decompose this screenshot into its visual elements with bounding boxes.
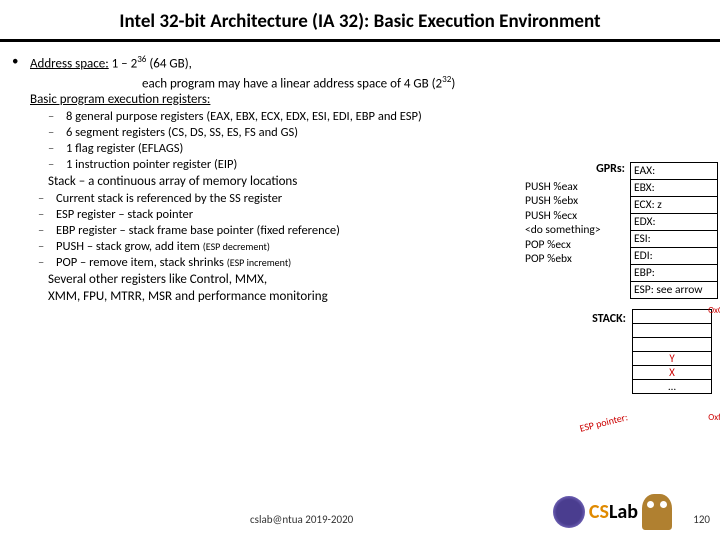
addr-top: OxO. xyxy=(708,305,720,316)
gpr-row: EAX: xyxy=(631,163,717,180)
footer-logos: CSLab xyxy=(553,494,672,530)
pop-text: POP – remove item, stack shrinks (ESP in… xyxy=(56,255,291,270)
pop-b: (ESP increment) xyxy=(227,256,291,269)
footer: cslab@ntua 2019-2020 CSLab 120 xyxy=(0,486,720,534)
cslab-c: CS xyxy=(589,500,609,524)
stack-row xyxy=(632,323,712,338)
push-text: PUSH – stack grow, add item (ESP decreme… xyxy=(56,239,270,254)
gpr-row: ESP: see arrow xyxy=(631,282,717,298)
gpr-row: EDX: xyxy=(631,214,717,231)
esp-pointer-label: ESP pointer: xyxy=(578,410,629,435)
list-item: –8 general purpose registers (EAX, EBX, … xyxy=(48,109,712,124)
item-text: 6 segment registers (CS, DS, SS, ES, FS … xyxy=(66,125,298,140)
push-b: (ESP decrement) xyxy=(203,240,270,253)
addr-label: Address space: xyxy=(30,56,109,71)
code-line: PUSH %eax xyxy=(525,180,625,194)
gprs-table: EAX: EBX: ECX: z EDX: ESI: EDI: EBP: ESP… xyxy=(630,162,718,299)
item-text: Current stack is referenced by the SS re… xyxy=(56,191,282,206)
item-text: 1 instruction pointer register (EIP) xyxy=(66,157,237,172)
addr-bottom: Oxfff xyxy=(708,412,720,423)
push-a: PUSH – stack grow, add item xyxy=(56,239,203,254)
stack-table: Y X … xyxy=(632,310,712,394)
item-text: 1 flag register (EFLAGS) xyxy=(66,141,183,156)
pop-a: POP – remove item, stack shrinks xyxy=(56,255,227,270)
slide: Intel 32-bit Architecture (IA 32): Basic… xyxy=(0,0,720,540)
owl-logo-icon xyxy=(642,494,672,530)
code-line: <do something> xyxy=(525,223,625,237)
gpr-row: ESI: xyxy=(631,231,717,248)
gprs-label: GPRs: xyxy=(596,162,625,176)
addr-range: 1 – 2 xyxy=(109,56,137,71)
cslab-s: Lab xyxy=(609,500,638,524)
footer-email: cslab@ntua 2019-2020 xyxy=(250,513,353,526)
other-regs-1: Several other registers like Control, MM… xyxy=(48,272,712,287)
addr-exp2: 32 xyxy=(442,74,451,85)
gpr-row: EBP: xyxy=(631,265,717,282)
code-line: PUSH %ecx xyxy=(525,209,625,223)
stack-row: X xyxy=(632,365,712,380)
list-item: –1 flag register (EFLAGS) xyxy=(48,141,712,156)
addr-gb: (64 GB), xyxy=(146,56,191,71)
code-sample: PUSH %eax PUSH %ebx PUSH %ecx <do someth… xyxy=(525,180,625,266)
gpr-row: EDI: xyxy=(631,248,717,265)
addr-line2: each program may have a linear address s… xyxy=(142,74,712,91)
stack-row: … xyxy=(632,379,712,394)
addr-l2a: each program may have a linear address s… xyxy=(142,77,442,92)
code-line: PUSH %ebx xyxy=(525,194,625,208)
bullet-address-space: • Address space: 1 – 236 (64 GB), xyxy=(12,54,712,71)
item-text: 8 general purpose registers (EAX, EBX, E… xyxy=(66,109,422,124)
stack-label: STACK: xyxy=(592,312,626,326)
item-text: ESP register – stack pointer xyxy=(56,207,193,222)
stack-row: Y xyxy=(632,351,712,366)
bullet-text: Address space: 1 – 236 (64 GB), xyxy=(30,54,712,71)
athena-logo-icon xyxy=(553,496,585,528)
regs-head-text: Basic program execution registers: xyxy=(30,92,210,107)
page-number: 120 xyxy=(693,513,710,526)
gpr-row: ECX: z xyxy=(631,197,717,214)
regs-heading: Basic program execution registers: xyxy=(30,92,712,107)
code-line: POP %ebx xyxy=(525,252,625,266)
slide-title: Intel 32-bit Architecture (IA 32): Basic… xyxy=(0,0,720,39)
addr-l2b: ) xyxy=(451,77,455,92)
other-regs-2: XMM, FPU, MTRR, MSR and performance moni… xyxy=(48,289,712,304)
gpr-row: EBX: xyxy=(631,180,717,197)
cslab-logo: CSLab xyxy=(589,500,638,524)
list-item: –6 segment registers (CS, DS, SS, ES, FS… xyxy=(48,125,712,140)
item-text: EBP register – stack frame base pointer … xyxy=(56,223,340,238)
stack-row xyxy=(632,309,712,324)
stack-row xyxy=(632,337,712,352)
code-line: POP %ecx xyxy=(525,238,625,252)
bullet-marker: • xyxy=(12,54,30,71)
